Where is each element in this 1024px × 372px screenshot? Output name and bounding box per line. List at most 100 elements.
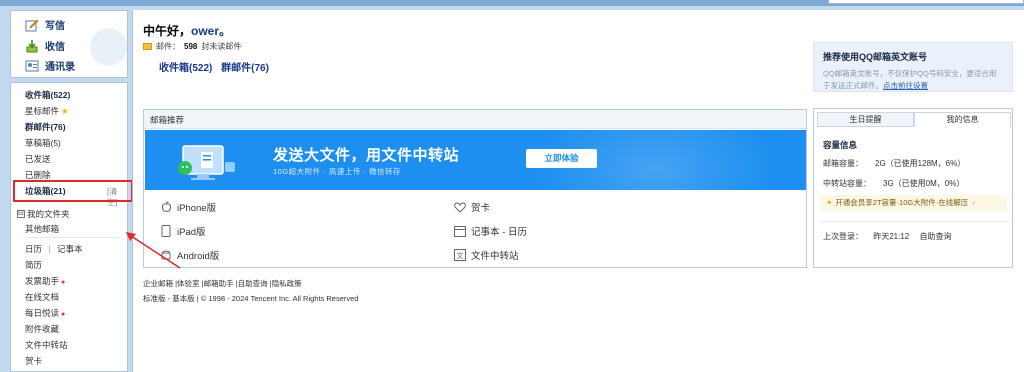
footer-link-enterprise[interactable]: 企业邮箱: [143, 279, 173, 288]
sidebar-item-sent[interactable]: 已发送: [25, 153, 51, 165]
sidebar-item-docs[interactable]: 在线文档: [25, 291, 59, 303]
calendar-link[interactable]: 日历: [25, 244, 42, 254]
info-panel: 生日提醒 我的信息 容量信息 邮箱容量： 2G（已使用128M，6%） 中转站容量…: [813, 108, 1013, 268]
app-label: iPhone版: [177, 203, 217, 214]
footer-link-privacy[interactable]: 隐私政策: [272, 279, 302, 288]
crown-icon: ✦: [826, 198, 833, 207]
app-card[interactable]: 贺卡: [454, 200, 490, 214]
inbox-link[interactable]: 收件箱(522): [159, 63, 212, 74]
quick-links: 收件箱(522) 群邮件(76): [159, 59, 275, 74]
apple-icon: [160, 201, 172, 213]
computer-illustration-icon: [178, 145, 235, 180]
username: ower。: [191, 24, 232, 38]
copyright: 标准版 - 基本版 | © 1998 - 2024 Tencent Inc. A…: [143, 294, 359, 303]
app-links: iPhone版 贺卡 iPad版 记事本 - 日历 Android版 文 文件中…: [144, 192, 806, 269]
mailbox-recommend-card: 邮箱推荐 发送大文件，用文件中转站 10G超大附件 · 高速上传 · 微信转存 …: [143, 109, 807, 268]
svg-text:文: 文: [457, 251, 464, 260]
app-file-transfer[interactable]: 文 文件中转站: [454, 248, 519, 262]
app-iphone[interactable]: iPhone版: [160, 200, 216, 214]
footer-link-assistant[interactable]: 邮箱助手: [204, 279, 234, 288]
top-strip-box: [828, 0, 1024, 4]
sidebar-item-label: 发票助手: [25, 276, 60, 286]
file-transfer-icon: 文: [454, 249, 466, 261]
my-folders-label: 我的文件夹: [27, 209, 70, 219]
tab-my-info[interactable]: 我的信息: [914, 112, 1011, 127]
divider: [821, 221, 1007, 222]
my-folders-toggle[interactable]: ⊟ 我的文件夹: [17, 208, 70, 220]
footer-link-self-query[interactable]: 自助查询: [238, 279, 268, 288]
sidebar-item-other-mail[interactable]: 其他邮箱: [25, 223, 59, 235]
transfer-capacity: 中转站容量： 3G（已使用0M，0%）: [823, 178, 964, 189]
last-login: 上次登录： 昨天21:12 自助查询: [823, 231, 960, 242]
app-label: 文件中转站: [471, 251, 519, 262]
app-notes-calendar[interactable]: 记事本 - 日历: [454, 224, 527, 238]
pen-paper-icon: [25, 18, 39, 32]
banner-subtitle: 10G超大附件 · 高速上传 · 微信转存: [273, 167, 402, 176]
calendar-icon: [454, 225, 466, 237]
app-label: 记事本 - 日历: [471, 227, 527, 238]
panel-decoration: [81, 17, 127, 77]
app-label: 贺卡: [471, 203, 491, 214]
try-now-button[interactable]: 立即体验: [526, 149, 597, 168]
unread-suffix: 封未读邮件: [201, 42, 242, 51]
sidebar-item-drafts[interactable]: 草稿箱(5): [25, 137, 61, 149]
heart-icon: [454, 201, 466, 213]
receive-button[interactable]: 收信: [25, 38, 65, 53]
envelope-icon: [143, 43, 152, 50]
card-title: 邮箱推荐: [144, 110, 806, 129]
receive-label: 收信: [45, 42, 65, 53]
mail-label: 邮件：: [156, 42, 180, 51]
contacts-icon: [25, 59, 39, 73]
mail-summary: 邮件： 598 封未读邮件: [143, 41, 241, 52]
greeting-text: 中午好，: [143, 24, 192, 38]
recommend-panel: 推荐使用QQ邮箱英文账号 QQ邮箱英文账号，不仅保护QQ号码安全，更适合用于发送…: [813, 42, 1013, 92]
annotation-arrow-icon: [126, 232, 181, 269]
separator: |: [48, 244, 51, 254]
chevron-right-icon: ›: [972, 198, 975, 207]
sidebar-item-label: 每日悦读: [25, 308, 60, 318]
contacts-button[interactable]: 通讯录: [25, 58, 75, 73]
notes-link[interactable]: 记事本: [57, 244, 83, 254]
transfer-capacity-value: 3G（已使用0M，0%）: [883, 179, 965, 188]
last-login-label: 上次登录：: [823, 232, 863, 241]
sidebar-item-attachments[interactable]: 附件收藏: [25, 323, 59, 335]
divider: [23, 237, 123, 238]
mailbox-capacity-value: 2G（已使用128M，6%）: [875, 159, 966, 168]
footer-link-lab[interactable]: 体验室: [177, 279, 200, 288]
star-icon: ★: [61, 106, 69, 116]
sidebar-item-inbox[interactable]: 收件箱(522): [25, 89, 70, 101]
group-mail-link[interactable]: 群邮件(76): [221, 63, 269, 74]
sidebar-item-resume[interactable]: 简历: [25, 259, 42, 271]
transfer-capacity-label: 中转站容量：: [823, 179, 871, 188]
compose-button[interactable]: 写信: [25, 17, 65, 32]
tab-birthday[interactable]: 生日提醒: [817, 112, 914, 127]
new-dot-icon: ●: [61, 311, 66, 318]
sidebar-item-daily-read[interactable]: 每日悦读 ●: [25, 307, 65, 319]
sidebar-item-calendar-notes: 日历 | 记事本: [25, 243, 83, 255]
mailbox-capacity-label: 邮箱容量：: [823, 159, 863, 168]
sidebar-folder-list: 收件箱(522) 星标邮件 ★ 群邮件(76) 草稿箱(5) 已发送 已删除 垃圾…: [10, 82, 133, 372]
sidebar-item-card[interactable]: 贺卡: [25, 355, 42, 367]
capacity-title: 容量信息: [823, 140, 858, 150]
sidebar-item-starred[interactable]: 星标邮件 ★: [25, 105, 69, 117]
sidebar-item-invoice[interactable]: 发票助手 ●: [25, 275, 65, 287]
collapse-icon: ⊟: [17, 210, 25, 218]
vip-promo-banner[interactable]: ✦ 开通会员享2T容量·10G大附件·在线解压 ›: [821, 195, 1007, 211]
promo-text: 开通会员享2T容量·10G大附件·在线解压: [835, 198, 969, 207]
self-query-link[interactable]: 自助查询: [920, 232, 952, 241]
new-dot-icon: ●: [61, 279, 66, 286]
sidebar-item-group-mail[interactable]: 群邮件(76): [25, 121, 66, 133]
sidebar-item-file-transfer[interactable]: 文件中转站: [25, 339, 68, 351]
inbox-icon: [25, 39, 39, 53]
transfer-banner[interactable]: 发送大文件，用文件中转站 10G超大附件 · 高速上传 · 微信转存 立即体验: [145, 130, 806, 190]
unread-count: 598: [184, 42, 198, 51]
recommend-body: QQ邮箱英文账号，不仅保护QQ号码安全，更适合用于发送正式邮件。点击前往设置: [823, 68, 1003, 92]
recommend-link[interactable]: 点击前往设置: [883, 81, 928, 90]
mailbox-capacity: 邮箱容量： 2G（已使用128M，6%）: [823, 158, 965, 169]
highlight-box: [13, 180, 133, 202]
main-panel: 中午好，ower。 邮件： 598 封未读邮件 收件箱(522) 群邮件(76)…: [132, 10, 1024, 372]
last-login-time: 昨天21:12: [873, 232, 910, 241]
banner-title: 发送大文件，用文件中转站: [273, 147, 460, 164]
recommend-title: 推荐使用QQ邮箱英文账号: [823, 52, 928, 62]
sidebar-quick-panel: 写信 收信 通讯录: [10, 10, 128, 78]
